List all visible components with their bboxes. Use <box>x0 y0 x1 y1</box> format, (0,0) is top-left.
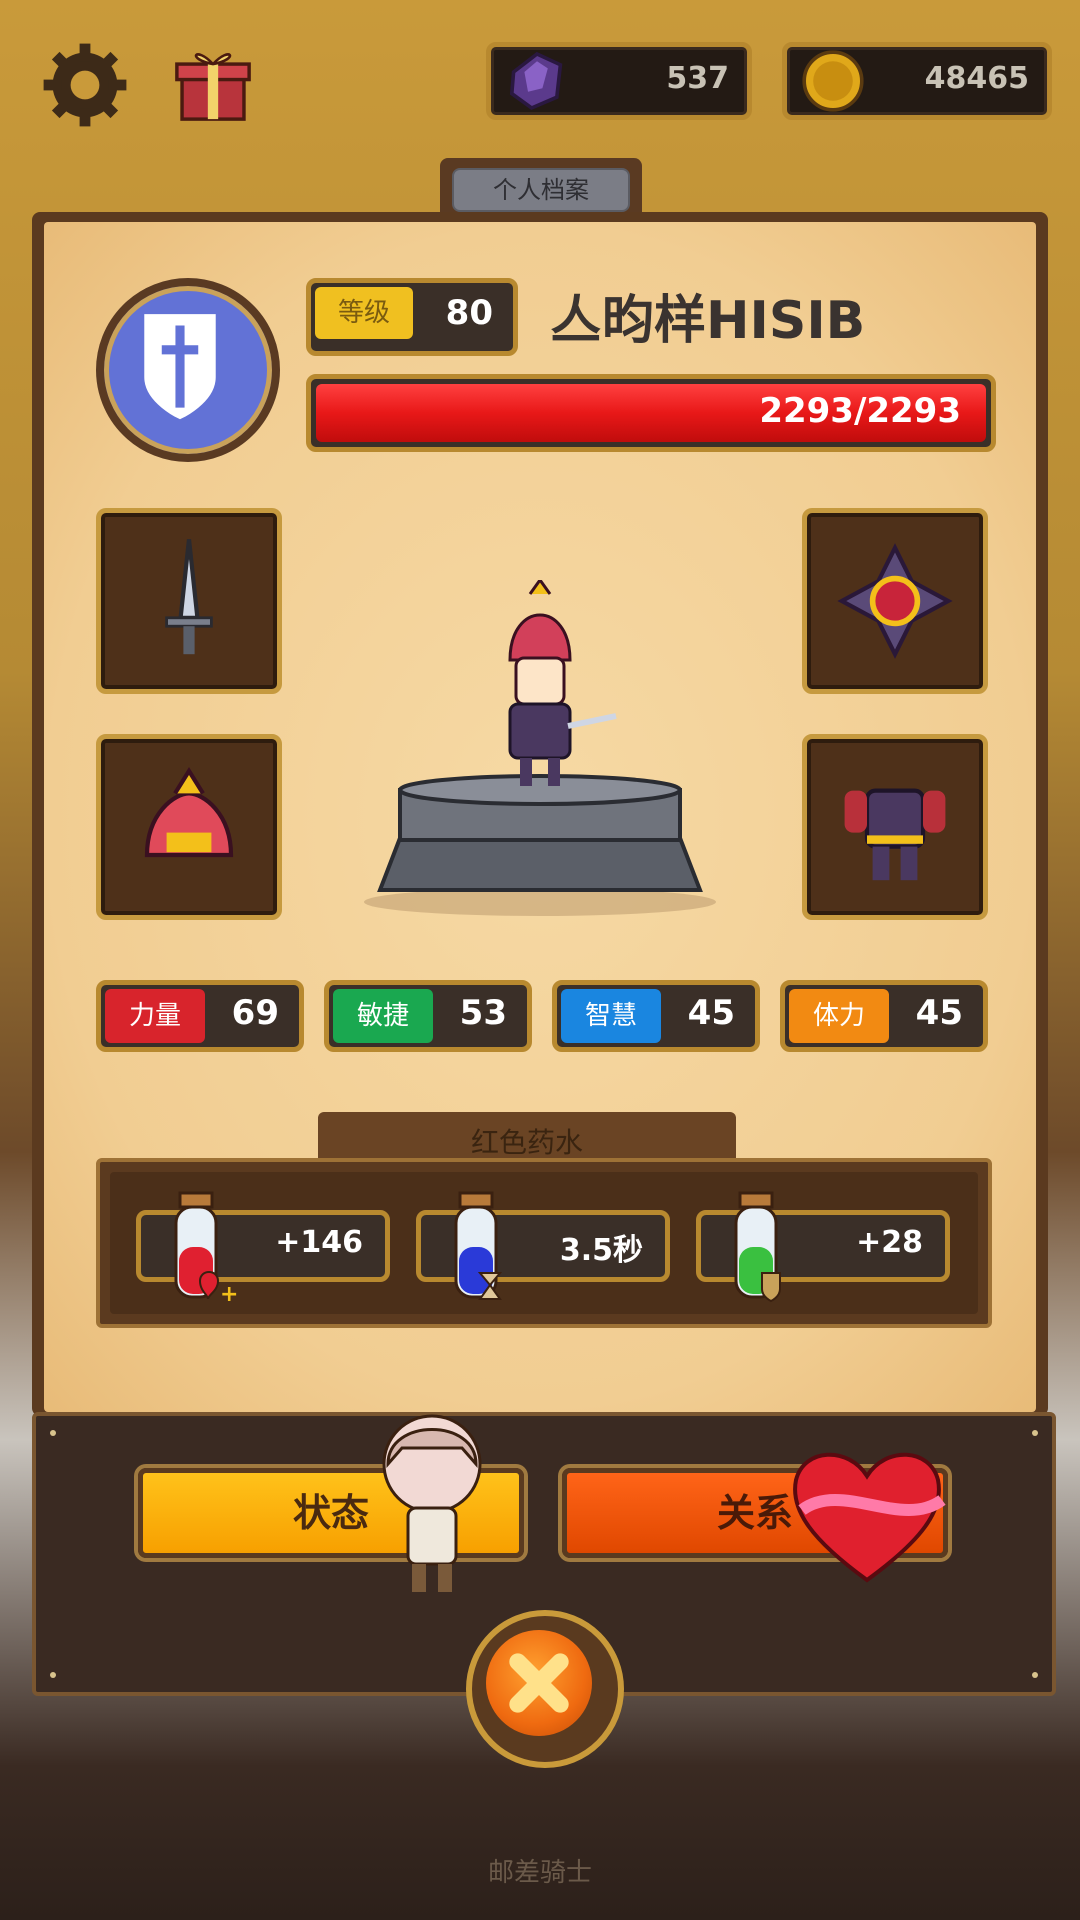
heart-icon <box>782 1440 952 1590</box>
panel-rivet <box>50 1430 56 1436</box>
stat-label: 敏捷 <box>333 989 433 1043</box>
stat-value: 45 <box>915 993 963 1033</box>
stat-label: 力量 <box>105 989 205 1043</box>
stat-value: 69 <box>231 993 279 1033</box>
footer-title: 邮差骑士 <box>487 1858 592 1888</box>
profile-tab-label: 个人档案 <box>452 168 630 212</box>
close-icon <box>509 1653 569 1713</box>
gem-icon <box>509 51 563 111</box>
potion-armor: +28 <box>696 1191 950 1303</box>
player-name: 亼昀样HISIB <box>550 291 866 351</box>
stat-strength: 力量 69 <box>96 980 304 1052</box>
duration-potion-icon <box>454 1191 503 1300</box>
potion-duration-value: 3.5秒 <box>559 1233 643 1268</box>
stat-value: 53 <box>459 993 507 1033</box>
potion-duration: 3.5秒 <box>416 1191 670 1300</box>
panel-rivet <box>1032 1672 1038 1678</box>
health-potion-icon: + <box>174 1191 237 1307</box>
level-value: 80 <box>445 293 493 333</box>
gold-value: 48465 <box>924 61 1029 96</box>
hp-bar: 2293/2293 <box>306 374 996 452</box>
gold-counter: 48465 <box>782 42 1052 120</box>
level-label: 等级 <box>315 287 413 339</box>
gems-value: 537 <box>666 61 729 96</box>
character-pedestal <box>360 577 720 920</box>
stat-value: 45 <box>687 993 735 1033</box>
hp-value: 2293/2293 <box>759 391 961 431</box>
stat-stamina: 体力 45 <box>780 980 988 1052</box>
level-badge: 等级 80 <box>306 278 518 356</box>
stat-label: 智慧 <box>561 989 661 1043</box>
stat-label: 体力 <box>789 989 889 1043</box>
armor-slot[interactable] <box>802 734 988 920</box>
helmet-icon <box>144 767 234 858</box>
profile-tab: 个人档案 <box>440 158 642 216</box>
armor-potion-icon <box>734 1191 781 1303</box>
svg-text:+: + <box>220 1282 237 1307</box>
settings-gear-icon[interactable] <box>40 40 130 130</box>
amulet-icon <box>837 543 953 659</box>
dagger-icon <box>165 539 213 655</box>
armor-icon <box>844 788 946 881</box>
stat-agility: 敏捷 53 <box>324 980 532 1052</box>
panel-rivet <box>50 1672 56 1678</box>
gift-box-icon[interactable] <box>170 40 256 126</box>
guild-emblem-icon <box>96 278 280 462</box>
potion-heal-value: +146 <box>275 1225 363 1260</box>
potion-armor-value: +28 <box>856 1225 923 1260</box>
close-button[interactable] <box>466 1610 624 1768</box>
panel-rivet <box>1032 1430 1038 1436</box>
character-avatar <box>372 1408 492 1598</box>
gems-counter: 537 <box>486 42 752 120</box>
gold-coin-icon <box>802 50 864 112</box>
potion-heal: + +146 <box>136 1191 390 1307</box>
stat-wisdom: 智慧 45 <box>552 980 760 1052</box>
helmet-slot[interactable] <box>96 734 282 920</box>
amulet-slot[interactable] <box>802 508 988 694</box>
weapon-slot[interactable] <box>96 508 282 694</box>
